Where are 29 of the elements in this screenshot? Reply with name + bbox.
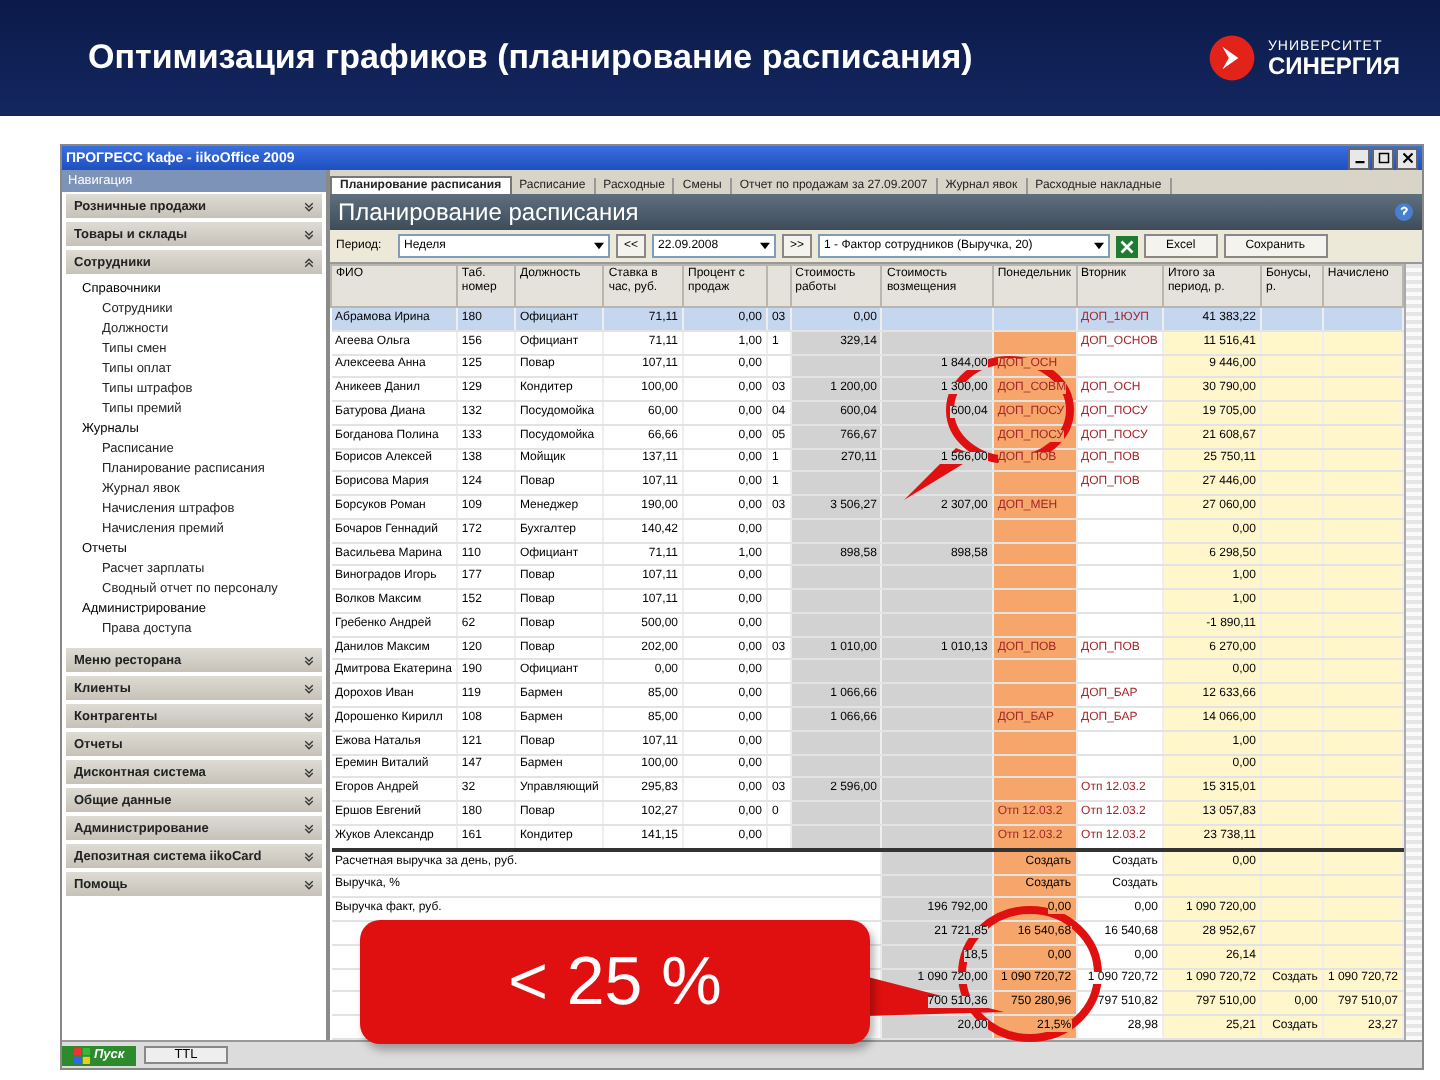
close-button[interactable] <box>1396 147 1418 169</box>
page-title: Планирование расписания <box>338 198 639 226</box>
spreadsheet-icon[interactable] <box>1116 235 1139 257</box>
chevron-icon <box>304 795 314 805</box>
callout-text: < 25 % <box>508 943 722 1021</box>
chevron-icon <box>304 257 314 267</box>
scrollbar[interactable] <box>1404 264 1422 1040</box>
chevron-icon <box>304 823 314 833</box>
logo-text: СИНЕРГИЯ <box>1267 53 1400 77</box>
dropdown-icon <box>594 242 604 250</box>
slide-title: Оптимизация графиков (планирование расписания) <box>88 38 973 78</box>
chevron-icon <box>304 229 314 239</box>
close-icon <box>1401 152 1413 164</box>
minimize-button[interactable] <box>1348 147 1370 169</box>
chevron-icon <box>304 201 314 211</box>
chevron-icon <box>304 739 314 749</box>
maximize-icon <box>1377 152 1389 164</box>
chevron-icon <box>304 767 314 777</box>
chevron-icon <box>304 655 314 665</box>
chevron-icon <box>304 879 314 889</box>
chevron-icon <box>304 683 314 693</box>
help-icon[interactable] <box>1394 202 1414 222</box>
chevron-icon <box>304 711 314 721</box>
maximize-button[interactable] <box>1372 147 1394 169</box>
dropdown-icon <box>1094 242 1105 250</box>
chevron-icon <box>304 851 314 861</box>
dropdown-icon <box>760 242 771 250</box>
windows-logo-icon <box>74 1047 90 1063</box>
logo-icon <box>1207 34 1256 82</box>
